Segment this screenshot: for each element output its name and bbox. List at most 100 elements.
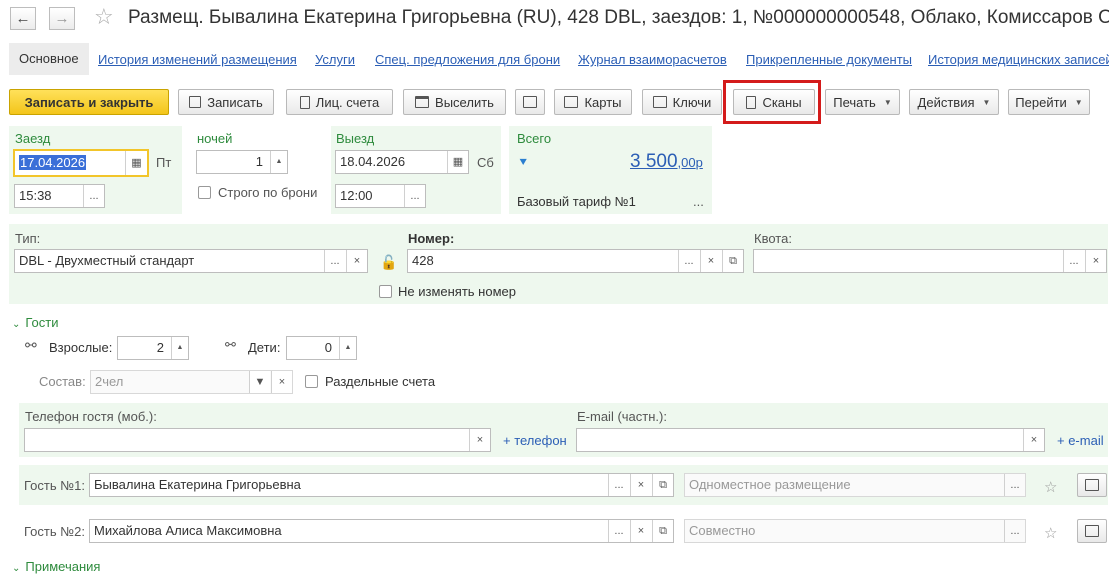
more-icon[interactable]: ... [404, 185, 425, 207]
keys-button[interactable]: Ключи [642, 89, 722, 115]
guest-1-name-field[interactable]: Бывалина Екатерина Григорьевна ... × ⧉ [89, 473, 674, 497]
clear-icon[interactable]: × [271, 371, 292, 393]
adults-field[interactable]: 2 ▲▼ [117, 336, 189, 360]
adults-label: Взрослые: [49, 340, 113, 355]
composition-value: 2чел [95, 374, 124, 389]
list-icon [1085, 525, 1099, 537]
print-button[interactable]: Печать ▼ [825, 89, 900, 115]
add-email-link[interactable]: + e-mail [1057, 433, 1104, 448]
clear-icon[interactable]: × [346, 250, 367, 272]
nights-label: ночей [197, 131, 233, 146]
more-icon[interactable]: ... [324, 250, 345, 272]
room-type-field[interactable]: DBL - Двухместный стандарт ... × [14, 249, 368, 273]
guest-1-placement-field[interactable]: Одноместное размещение ... [684, 473, 1026, 497]
room-number-field[interactable]: 428 ... × ⧉ [407, 249, 744, 273]
child-person-icon: ⚯ [225, 337, 236, 352]
favorite-star-icon[interactable]: ☆ [94, 4, 114, 30]
tab-special-offers[interactable]: Спец. предложения для брони [375, 52, 560, 67]
more-icon[interactable]: ... [678, 250, 699, 272]
strict-booking-checkbox[interactable] [198, 186, 211, 199]
more-icon[interactable]: ... [1004, 474, 1025, 496]
save-button[interactable]: Записать [178, 89, 274, 115]
room-type-value: DBL - Двухместный стандарт [19, 253, 195, 268]
open-icon[interactable]: ⧉ [722, 250, 743, 272]
keep-number-checkbox[interactable] [379, 285, 392, 298]
more-icon[interactable]: ... [1004, 520, 1025, 542]
guest-2-card-button[interactable] [1077, 519, 1107, 543]
open-icon[interactable]: ⧉ [652, 474, 673, 496]
guests-section-toggle[interactable]: ⌄ Гости [12, 315, 59, 330]
add-phone-link[interactable]: + телефон [503, 433, 567, 448]
window-button[interactable] [515, 89, 545, 115]
checkin-weekday: Пт [156, 155, 172, 170]
goto-button[interactable]: Перейти ▼ [1008, 89, 1090, 115]
actions-button[interactable]: Действия ▼ [909, 89, 999, 115]
checkout-label: Выезд [336, 131, 375, 146]
clear-icon[interactable]: × [630, 474, 651, 496]
clear-icon[interactable]: × [469, 429, 490, 451]
chevron-up-icon[interactable]: ▲ [340, 337, 356, 359]
guest-2-star-icon[interactable]: ☆ [1044, 524, 1057, 542]
forward-button[interactable]: → [49, 7, 75, 30]
quota-field[interactable]: ... × [753, 249, 1107, 273]
phone-label: Телефон гостя (моб.): [25, 409, 157, 424]
cards-button[interactable]: Карты [554, 89, 632, 115]
chevron-up-icon[interactable]: ▲ [172, 337, 188, 359]
save-and-close-button[interactable]: Записать и закрыть [9, 89, 169, 115]
separate-accounts-checkbox[interactable] [305, 375, 318, 388]
checkin-label: Заезд [15, 131, 51, 146]
quota-label: Квота: [754, 231, 792, 246]
children-stepper[interactable]: ▲▼ [339, 337, 356, 359]
tab-main[interactable]: Основное [9, 43, 89, 75]
back-button[interactable]: ← [10, 7, 36, 30]
more-icon[interactable]: ... [608, 474, 629, 496]
arrow-up-icon[interactable]: ⯆ [518, 155, 528, 171]
guest-1-card-button[interactable] [1077, 473, 1107, 497]
clear-icon[interactable]: × [1085, 250, 1106, 272]
chevron-down-icon: ⌄ [12, 563, 21, 574]
composition-field[interactable]: 2чел ▼ × [90, 370, 293, 394]
nights-field[interactable]: 1 ▲▼ [196, 150, 288, 174]
chevron-down-icon[interactable]: ▼ [249, 371, 270, 393]
checkout-date-field[interactable]: 18.04.2026 ▦ [335, 150, 469, 174]
tariff-more[interactable]: ... [693, 194, 704, 209]
more-icon[interactable]: ... [83, 185, 104, 207]
tab-medical-history[interactable]: История медицинских записей [928, 52, 1109, 67]
checkout-time-value: 12:00 [340, 188, 373, 203]
total-amount-link[interactable]: 3 500,00р [630, 151, 703, 173]
open-icon[interactable]: ⧉ [652, 520, 673, 542]
chevron-up-icon[interactable]: ▲ [271, 151, 287, 173]
scans-highlight-frame [723, 80, 821, 124]
checkout-button[interactable]: Выселить [403, 89, 506, 115]
room-number-label: Номер: [408, 231, 455, 246]
clear-icon[interactable]: × [700, 250, 721, 272]
calendar-icon[interactable]: ▦ [447, 151, 468, 173]
personal-account-button[interactable]: Лиц. счета [286, 89, 393, 115]
total-amount-main: 3 500 [630, 151, 678, 172]
table-icon [652, 96, 667, 108]
save-icon [189, 96, 202, 108]
tab-placement-history[interactable]: История изменений размещения [98, 52, 297, 67]
checkin-time-field[interactable]: 15:38 ... [14, 184, 105, 208]
email-field[interactable]: × [576, 428, 1045, 452]
tab-settlements-journal[interactable]: Журнал взаиморасчетов [578, 52, 727, 67]
guest-2-placement-field[interactable]: Совместно ... [684, 519, 1026, 543]
tab-attached-documents[interactable]: Прикрепленные документы [746, 52, 912, 67]
nights-value: 1 [255, 154, 263, 169]
checkin-date-field[interactable]: 17.04.2026 ▦ [13, 149, 149, 177]
unlock-icon[interactable]: 🔓 [380, 254, 397, 271]
nights-stepper[interactable]: ▲▼ [270, 151, 287, 173]
guest-2-name-field[interactable]: Михайлова Алиса Максимовна ... × ⧉ [89, 519, 674, 543]
more-icon[interactable]: ... [1063, 250, 1084, 272]
guest-1-star-icon[interactable]: ☆ [1044, 478, 1057, 496]
checkout-time-field[interactable]: 12:00 ... [335, 184, 426, 208]
more-icon[interactable]: ... [608, 520, 629, 542]
notes-section-toggle[interactable]: ⌄ Примечания [12, 559, 100, 574]
calendar-icon[interactable]: ▦ [125, 151, 147, 175]
adults-stepper[interactable]: ▲▼ [171, 337, 188, 359]
tab-services[interactable]: Услуги [315, 52, 355, 67]
children-field[interactable]: 0 ▲▼ [286, 336, 357, 360]
clear-icon[interactable]: × [630, 520, 651, 542]
phone-field[interactable]: × [24, 428, 491, 452]
clear-icon[interactable]: × [1023, 429, 1044, 451]
